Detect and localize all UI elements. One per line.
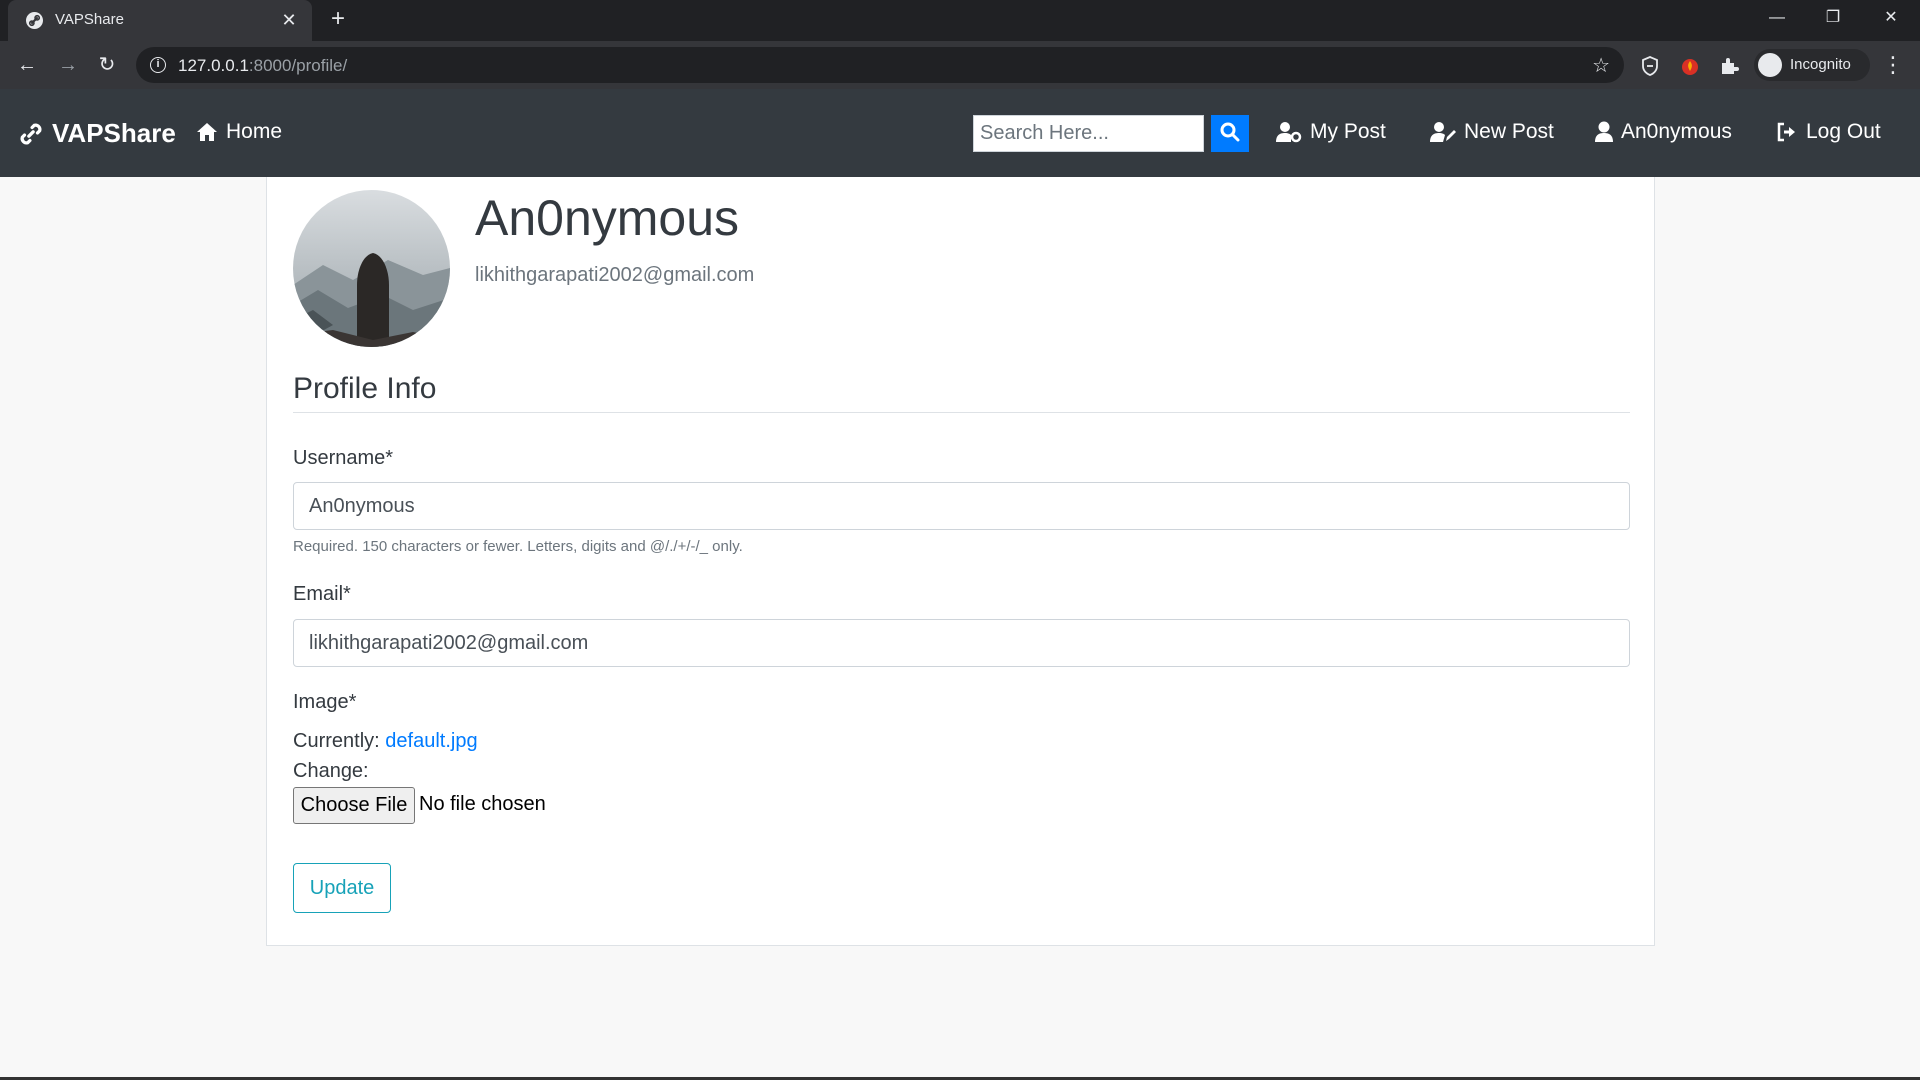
minimize-icon[interactable]: —: [1762, 6, 1792, 30]
email-input[interactable]: [293, 619, 1630, 667]
home-icon: [197, 123, 217, 141]
link-favicon-icon: [26, 12, 43, 29]
incognito-icon: [1758, 53, 1782, 77]
user-edit-icon: [1430, 122, 1456, 142]
nav-my-post[interactable]: My Post: [1276, 120, 1386, 144]
close-window-icon[interactable]: ✕: [1876, 6, 1906, 30]
profile-email: likhithgarapati2002@gmail.com: [475, 264, 755, 286]
site-info-icon[interactable]: i: [150, 57, 166, 73]
nav-my-post-label: My Post: [1310, 120, 1386, 143]
image-label: Image*: [293, 691, 357, 713]
browser-tabstrip: VAPShare ✕ + — ❐ ✕: [0, 0, 1920, 41]
close-tab-icon[interactable]: ✕: [278, 9, 300, 31]
form-legend: Profile Info: [293, 372, 1630, 413]
new-tab-icon[interactable]: +: [326, 7, 350, 32]
choose-file-button[interactable]: Choose File: [293, 787, 415, 824]
forward-icon[interactable]: →: [54, 51, 82, 79]
username-label: Username*: [293, 447, 394, 469]
nav-new-post-label: New Post: [1464, 120, 1554, 143]
browser-toolbar: ← → ↻ i 127.0.0.1:8000/profile/ ☆: [0, 41, 1920, 89]
username-help-text: Required. 150 characters or fewer. Lette…: [293, 538, 743, 555]
nav-home-label: Home: [226, 120, 283, 143]
extensions-puzzle-icon[interactable]: [1718, 55, 1740, 77]
browser-menu-icon[interactable]: ⋮: [1882, 52, 1904, 78]
tab-title: VAPShare: [55, 11, 124, 28]
logout-icon: [1777, 122, 1795, 142]
search-icon: [1220, 122, 1240, 142]
email-label: Email*: [293, 583, 351, 605]
browser-tab[interactable]: VAPShare ✕: [8, 0, 312, 41]
nav-profile[interactable]: An0nymous: [1595, 120, 1732, 144]
site-navbar: VAPShare Home My Post New Post: [0, 89, 1920, 177]
brand-link[interactable]: VAPShare: [18, 118, 176, 149]
update-button[interactable]: Update: [293, 863, 391, 913]
nav-logout[interactable]: Log Out: [1776, 120, 1881, 144]
current-image-link[interactable]: default.jpg: [385, 730, 477, 752]
reload-icon[interactable]: ↻: [93, 51, 121, 79]
shield-extension-icon[interactable]: [1639, 55, 1661, 77]
profile-card: An0nymous likhithgarapati2002@gmail.com …: [266, 177, 1655, 946]
incognito-profile-button[interactable]: Incognito: [1754, 49, 1870, 81]
current-image-row: Currently: default.jpg: [293, 730, 478, 753]
nav-home[interactable]: Home: [196, 120, 282, 144]
username-input[interactable]: [293, 482, 1630, 530]
currently-label: Currently:: [293, 730, 380, 752]
url-text[interactable]: 127.0.0.1:8000/profile/: [178, 56, 347, 76]
file-status-text: No file chosen: [419, 793, 546, 815]
link-icon: [20, 123, 42, 144]
fire-extension-icon[interactable]: [1679, 55, 1701, 77]
nav-logout-label: Log Out: [1806, 120, 1881, 143]
change-label: Change:: [293, 760, 369, 782]
search-button[interactable]: [1211, 115, 1249, 152]
bookmark-star-icon[interactable]: ☆: [1592, 53, 1610, 78]
nav-new-post[interactable]: New Post: [1430, 120, 1554, 144]
brand-name: VAPShare: [52, 118, 176, 148]
avatar: [293, 190, 450, 347]
user-icon: [1595, 121, 1613, 142]
profile-name: An0nymous: [475, 190, 740, 246]
address-bar[interactable]: i 127.0.0.1:8000/profile/ ☆: [136, 47, 1624, 83]
search-input[interactable]: [973, 115, 1204, 152]
incognito-label: Incognito: [1790, 56, 1851, 73]
user-cog-icon: [1276, 122, 1302, 143]
restore-icon[interactable]: ❐: [1818, 6, 1848, 30]
nav-profile-label: An0nymous: [1621, 120, 1732, 143]
back-icon[interactable]: ←: [13, 51, 41, 79]
